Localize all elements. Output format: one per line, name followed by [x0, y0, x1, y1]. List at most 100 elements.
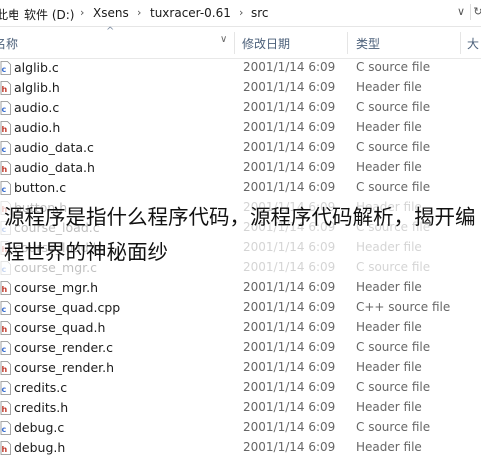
file-name[interactable]: alglib.h — [14, 80, 60, 95]
c-source-file-icon: c — [0, 61, 11, 75]
file-name[interactable]: debug.h — [14, 440, 65, 455]
file-type: C source file — [356, 180, 431, 194]
file-name[interactable]: credits.c — [14, 380, 67, 395]
file-row[interactable]: h credits.h 2001/1/14 6:09 Header file — [0, 398, 481, 418]
file-date-modified: 2001/1/14 6:09 — [243, 340, 336, 354]
svg-text:h: h — [2, 405, 8, 414]
file-row[interactable]: h course_quad.h 2001/1/14 6:09 Header file — [0, 318, 481, 338]
file-name[interactable]: course_quad.h — [14, 320, 105, 335]
file-row[interactable]: h audio.h 2001/1/14 6:09 Header file — [0, 118, 481, 138]
address-bar[interactable]: 此电脑 › 软件 (D:) › Xsens › tuxracer-0.61 › … — [0, 0, 481, 27]
file-row[interactable]: c credits.c 2001/1/14 6:09 C source file — [0, 378, 481, 398]
file-type: C source file — [356, 340, 431, 354]
file-date-modified: 2001/1/14 6:09 — [243, 60, 336, 74]
file-type: Header file — [356, 440, 422, 454]
file-row[interactable]: h audio_data.h 2001/1/14 6:09 Header file — [0, 158, 481, 178]
svg-text:h: h — [2, 285, 8, 294]
file-name[interactable]: course_quad.cpp — [14, 300, 120, 315]
column-type[interactable]: 类型 — [356, 35, 380, 52]
breadcrumb-tuxracer[interactable]: tuxracer-0.61 — [148, 6, 233, 20]
header-file-icon: h — [0, 121, 11, 135]
file-type: Header file — [356, 280, 422, 294]
column-header-row: ^ 名称 ∨ 修改日期 类型 大 — [0, 26, 481, 59]
breadcrumb-src[interactable]: src — [249, 6, 271, 20]
file-row[interactable]: c debug.c 2001/1/14 6:09 C source file — [0, 418, 481, 438]
file-name[interactable]: audio_data.c — [14, 140, 94, 155]
file-row[interactable]: c audio_data.c 2001/1/14 6:09 C source file — [0, 138, 481, 158]
svg-text:c: c — [2, 65, 7, 74]
file-name[interactable]: audio.h — [14, 120, 60, 135]
file-row[interactable]: c audio.c 2001/1/14 6:09 C source file — [0, 98, 481, 118]
c-source-file-icon: c — [0, 381, 11, 395]
file-date-modified: 2001/1/14 6:09 — [243, 320, 336, 334]
svg-text:h: h — [2, 125, 8, 134]
file-type: Header file — [356, 360, 422, 374]
column-divider[interactable] — [234, 32, 235, 54]
file-name[interactable]: course_render.h — [14, 360, 114, 375]
file-type: C source file — [356, 380, 431, 394]
svg-text:c: c — [2, 145, 7, 154]
svg-text:c: c — [2, 185, 7, 194]
refresh-icon[interactable]: ↻ — [470, 4, 481, 20]
column-size[interactable]: 大 — [467, 35, 479, 52]
chevron-down-icon[interactable]: ∨ — [454, 4, 468, 20]
file-name[interactable]: audio_data.h — [14, 160, 95, 175]
file-date-modified: 2001/1/14 6:09 — [243, 380, 336, 394]
svg-text:c: c — [2, 345, 7, 354]
file-row[interactable]: h course_render.h 2001/1/14 6:09 Header fil… — [0, 358, 481, 378]
file-name[interactable]: audio.c — [14, 100, 59, 115]
file-date-modified: 2001/1/14 6:09 — [243, 80, 336, 94]
chevron-down-icon[interactable]: ∨ — [220, 34, 227, 45]
file-type: C source file — [356, 60, 431, 74]
svg-text:h: h — [2, 325, 8, 334]
column-divider[interactable] — [460, 32, 461, 54]
file-date-modified: 2001/1/14 6:09 — [243, 300, 336, 314]
file-name[interactable]: alglib.c — [14, 60, 59, 75]
column-name[interactable]: 名称 — [0, 35, 18, 52]
sort-ascending-icon: ^ — [106, 26, 115, 37]
file-date-modified: 2001/1/14 6:09 — [243, 180, 336, 194]
chevron-right-icon: › — [10, 6, 15, 19]
c-source-file-icon: c — [0, 101, 11, 115]
file-type: Header file — [356, 80, 422, 94]
column-divider[interactable] — [347, 32, 348, 54]
file-type: C++ source file — [356, 300, 451, 314]
file-type: Header file — [356, 160, 422, 174]
header-file-icon: h — [0, 161, 11, 175]
file-name[interactable]: course_render.c — [14, 340, 113, 355]
file-row[interactable]: c alglib.c 2001/1/14 6:09 C source file — [0, 58, 481, 78]
chevron-right-icon: › — [80, 6, 85, 19]
file-date-modified: 2001/1/14 6:09 — [243, 140, 336, 154]
file-date-modified: 2001/1/14 6:09 — [243, 420, 336, 434]
file-date-modified: 2001/1/14 6:09 — [243, 100, 336, 114]
file-row[interactable]: c course_render.c 2001/1/14 6:09 C source f… — [0, 338, 481, 358]
file-row[interactable]: h course_mgr.h 2001/1/14 6:09 Header file — [0, 278, 481, 298]
article-caption: 源程序是指什么程序代码，源程序代码解析，揭开编程世界的神秘面纱 — [4, 205, 476, 264]
header-file-icon: h — [0, 401, 11, 415]
column-date-modified[interactable]: 修改日期 — [242, 35, 290, 52]
breadcrumb-xsens[interactable]: Xsens — [91, 6, 131, 20]
file-row[interactable]: h alglib.h 2001/1/14 6:09 Header file — [0, 78, 481, 98]
file-name[interactable]: credits.h — [14, 400, 68, 415]
breadcrumb-drive-d[interactable]: 软件 (D:) — [22, 6, 76, 23]
c-source-file-icon: c — [0, 341, 11, 355]
file-date-modified: 2001/1/14 6:09 — [243, 120, 336, 134]
file-date-modified: 2001/1/14 6:09 — [243, 280, 336, 294]
svg-text:h: h — [2, 85, 8, 94]
file-name[interactable]: button.c — [14, 180, 66, 195]
header-file-icon: h — [0, 321, 11, 335]
chevron-right-icon: › — [239, 6, 244, 19]
c-source-file-icon: c — [0, 141, 11, 155]
file-name[interactable]: course_mgr.h — [14, 280, 98, 295]
svg-text:c: c — [2, 385, 7, 394]
file-row[interactable]: h debug.h 2001/1/14 6:09 Header file — [0, 438, 481, 458]
chevron-right-icon: › — [137, 6, 142, 19]
header-file-icon: h — [0, 281, 11, 295]
file-date-modified: 2001/1/14 6:09 — [243, 440, 336, 454]
file-row[interactable]: c course_quad.cpp 2001/1/14 6:09 C++ source… — [0, 298, 481, 318]
file-type: Header file — [356, 320, 422, 334]
svg-text:h: h — [2, 165, 8, 174]
file-name[interactable]: debug.c — [14, 420, 64, 435]
svg-text:c: c — [2, 425, 7, 434]
svg-text:c: c — [2, 105, 7, 114]
